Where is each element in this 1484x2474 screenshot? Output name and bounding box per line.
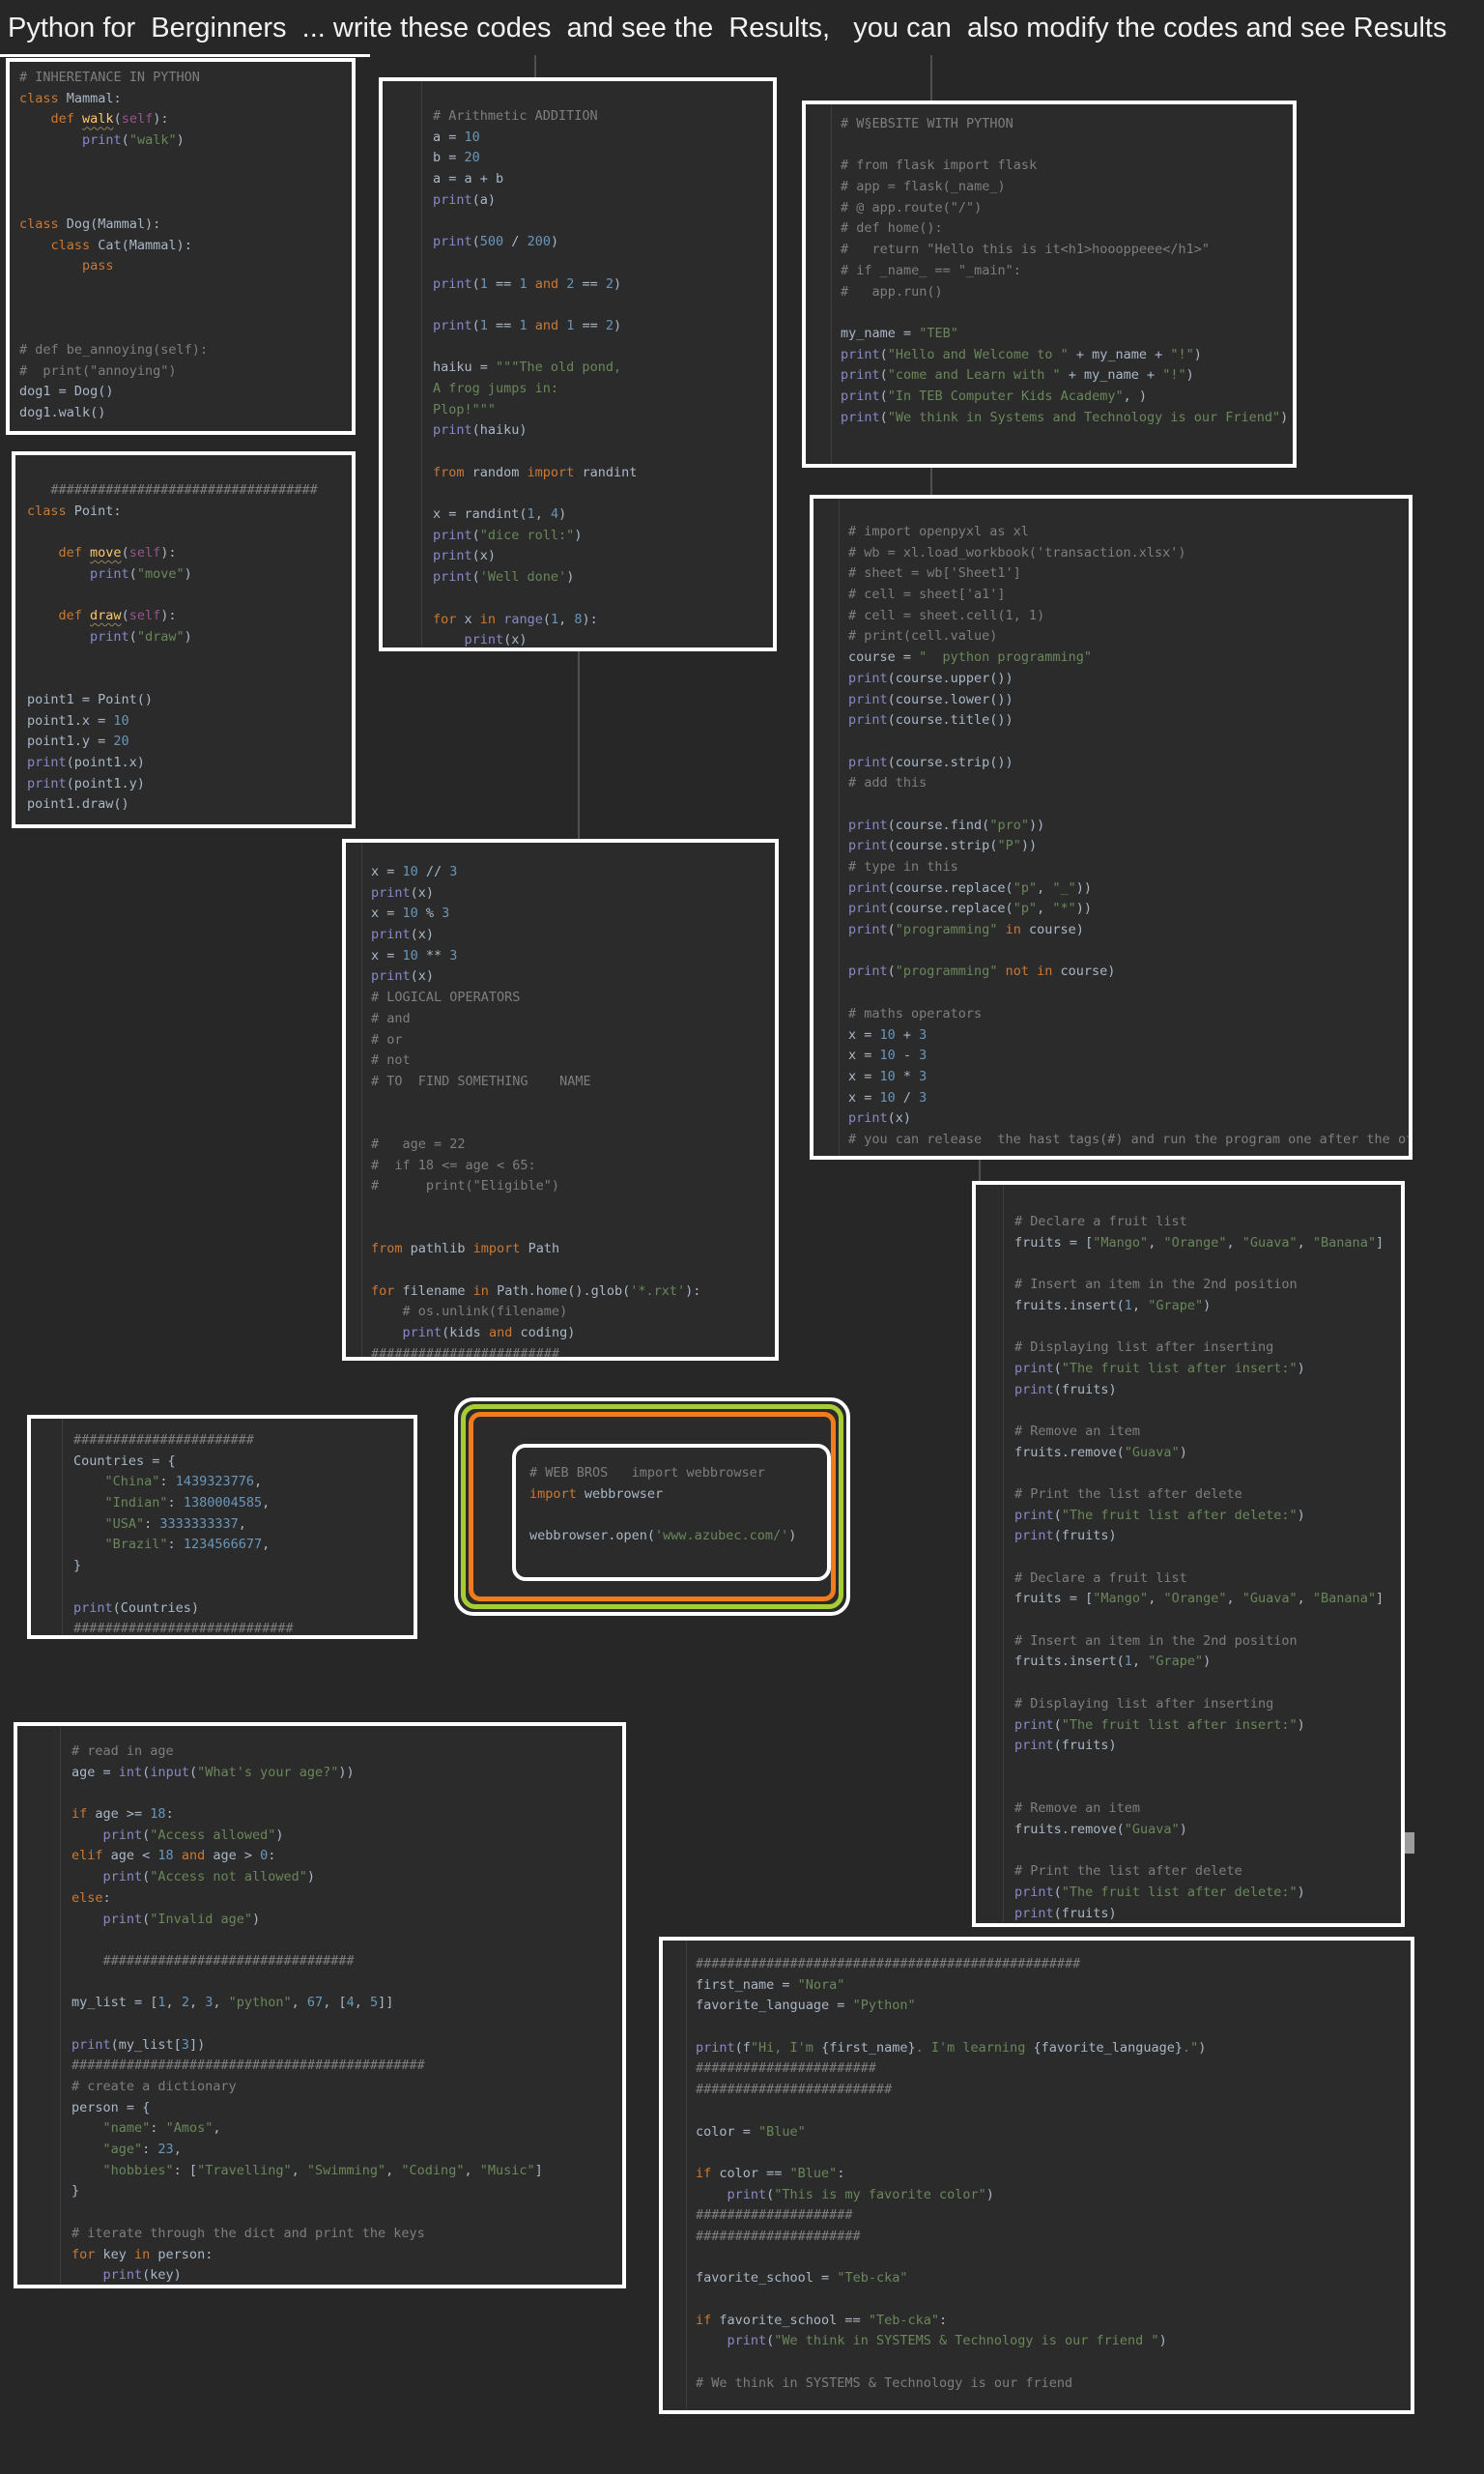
code-arithmetic: # Arithmetic ADDITIONa = 10b = 20a = a +…: [383, 81, 773, 651]
panel-class-point: ##################################class …: [12, 451, 356, 828]
code-string-methods: # import openpyxl as xl# wb = xl.load_wo…: [813, 499, 1409, 1160]
connector-line: [534, 55, 536, 77]
connector-line: [930, 468, 932, 495]
connector-line: [930, 55, 932, 101]
webbrowser-frame-orange: # WEB BROS import webbrowserimport webbr…: [469, 1412, 836, 1601]
code-website: # W§EBSITE WITH PYTHON # from flask impo…: [806, 104, 1293, 468]
page-title: Python for Berginners ... write these co…: [8, 4, 1480, 52]
webbrowser-frame-green: # WEB BROS import webbrowserimport webbr…: [461, 1404, 843, 1609]
panel-website: # W§EBSITE WITH PYTHON # from flask impo…: [802, 101, 1297, 468]
code-collage-page: Python for Berginners ... write these co…: [0, 0, 1484, 2474]
panel-string-methods: # import openpyxl as xl# wb = xl.load_wo…: [810, 495, 1413, 1160]
connector-line: [578, 651, 580, 839]
panel-fstring-conditions: ########################################…: [659, 1937, 1414, 2414]
code-webbrowser: # WEB BROS import webbrowserimport webbr…: [516, 1448, 827, 1581]
panel-countries-dict: #######################Countries = { "Ch…: [27, 1415, 417, 1639]
panel-webbrowser: # WEB BROS import webbrowserimport webbr…: [512, 1444, 831, 1581]
code-countries-dict: #######################Countries = { "Ch…: [31, 1419, 414, 1639]
title-divider-line: [0, 54, 370, 57]
code-operators: x = 10 // 3print(x)x = 10 % 3print(x)x =…: [346, 843, 775, 1361]
panel-operators: x = 10 // 3print(x)x = 10 % 3print(x)x =…: [342, 839, 779, 1361]
panel-arithmetic: # Arithmetic ADDITIONa = 10b = 20a = a +…: [379, 77, 777, 651]
code-inheritance: # INHERETANCE IN PYTHONclass Mammal: def…: [10, 62, 352, 435]
code-fstring-conditions: ########################################…: [663, 1941, 1411, 2414]
code-age-check: # read in ageage = int(input("What's you…: [17, 1726, 622, 2288]
panel-age-check: # read in ageage = int(input("What's you…: [14, 1722, 626, 2288]
connector-line: [979, 1158, 981, 1181]
panel-inheritance: # INHERETANCE IN PYTHONclass Mammal: def…: [6, 58, 356, 435]
code-class-point: ##################################class …: [15, 455, 352, 828]
code-fruit-list: # Declare a fruit listfruits = ["Mango",…: [976, 1185, 1401, 1927]
webbrowser-frame-white: # WEB BROS import webbrowserimport webbr…: [454, 1397, 850, 1616]
panel-fruit-list: # Declare a fruit listfruits = ["Mango",…: [972, 1181, 1405, 1927]
